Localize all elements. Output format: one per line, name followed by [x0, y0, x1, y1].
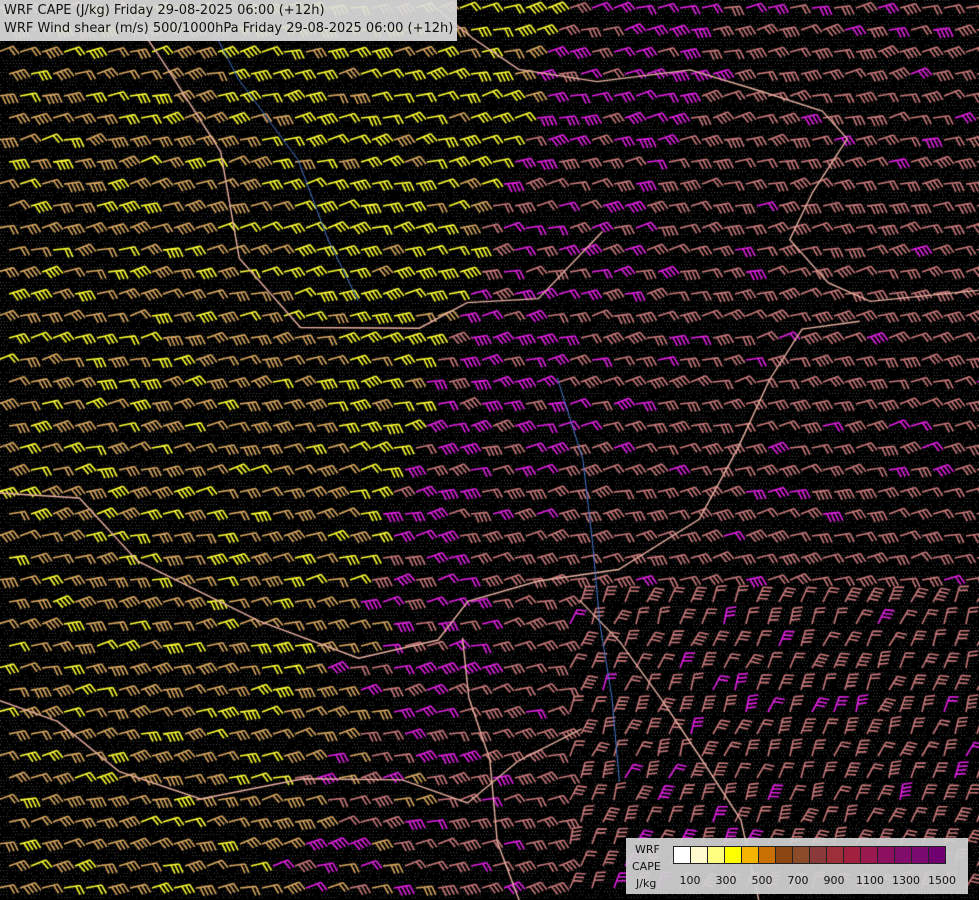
legend-tick: 1100 — [856, 874, 884, 887]
legend-swatch — [673, 846, 691, 864]
legend-swatch — [843, 846, 861, 864]
cape-title: WRF CAPE (J/kg) Friday 29-08-2025 06:00 … — [4, 3, 325, 18]
legend-swatch — [809, 846, 827, 864]
legend-swatch — [792, 846, 810, 864]
legend-swatch — [877, 846, 895, 864]
legend-tick: 100 — [679, 874, 701, 887]
legend-tick: 700 — [787, 874, 809, 887]
legend-model-label: WRF — [635, 843, 660, 856]
legend-swatch — [911, 846, 929, 864]
weather-map-canvas — [0, 0, 979, 900]
wind-shear-title: WRF Wind shear (m/s) 500/1000hPa Friday … — [4, 21, 454, 36]
map-title-box: WRF CAPE (J/kg) Friday 29-08-2025 06:00 … — [0, 0, 458, 41]
legend-tick: 500 — [751, 874, 773, 887]
legend-color-scale — [673, 846, 946, 864]
legend-swatch — [826, 846, 844, 864]
legend-tick-labels: 100 300 500 700 900 1100 1300 1500 — [673, 874, 968, 888]
legend-tick: 900 — [823, 874, 845, 887]
legend-swatch — [928, 846, 946, 864]
legend-swatch — [758, 846, 776, 864]
legend-field-label: CAPE — [632, 860, 661, 873]
legend-swatch — [775, 846, 793, 864]
legend-tick: 1300 — [892, 874, 920, 887]
legend-swatch — [707, 846, 725, 864]
legend-tick: 1500 — [928, 874, 956, 887]
legend-swatch — [860, 846, 878, 864]
legend-unit-label: J/kg — [636, 877, 657, 890]
legend-swatch — [894, 846, 912, 864]
cape-legend: WRF CAPE J/kg 100 300 500 700 900 1100 1300 150… — [626, 838, 968, 894]
legend-swatch — [690, 846, 708, 864]
legend-swatch — [724, 846, 742, 864]
legend-swatch — [741, 846, 759, 864]
legend-tick: 300 — [715, 874, 737, 887]
